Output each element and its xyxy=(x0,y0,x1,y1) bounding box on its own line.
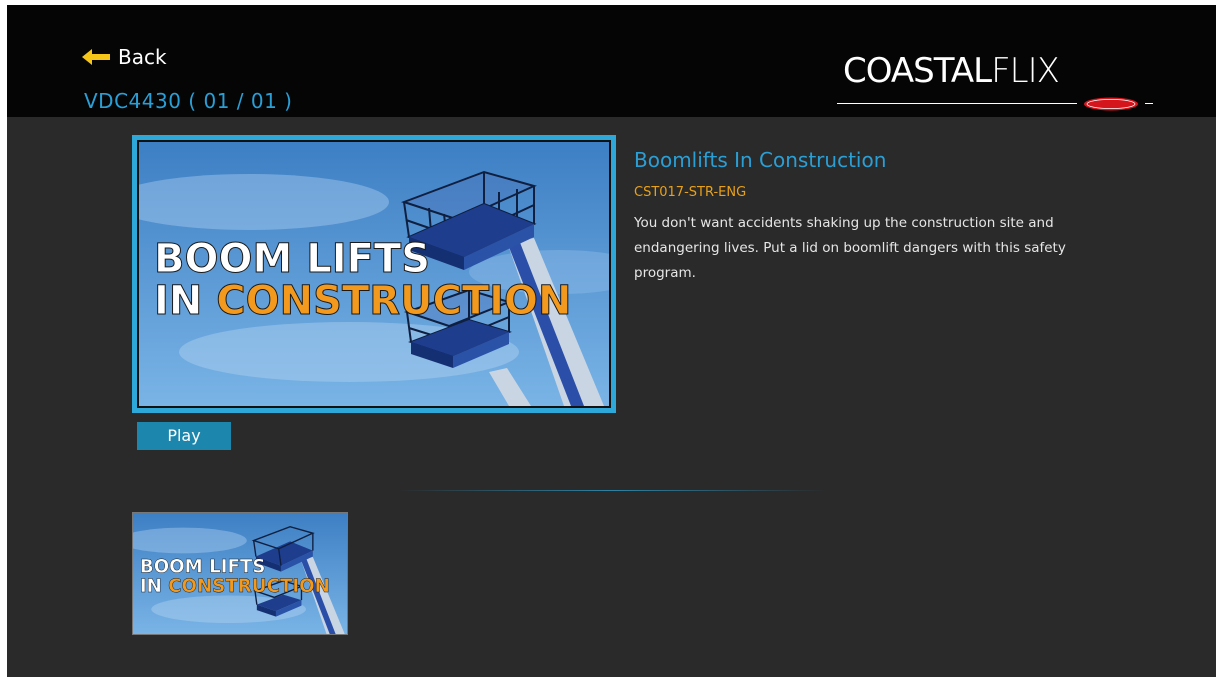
video-code: CST017-STR-ENG xyxy=(634,185,747,200)
player-screen: Back VDC4430 ( 01 / 01 ) COASTALFLIX BOO… xyxy=(7,5,1216,677)
thumbnail-title-line2: IN CONSTRUCTION xyxy=(140,576,330,597)
video-thumbnail-image: BOOM LIFTS IN CONSTRUCTION xyxy=(133,513,347,634)
video-title: Boomlifts In Construction xyxy=(634,148,887,172)
logo-text-light: FLIX xyxy=(991,51,1060,91)
poster-title-highlight: CONSTRUCTION xyxy=(216,278,571,324)
video-poster-selected[interactable]: BOOM LIFTS IN CONSTRUCTION xyxy=(132,135,616,413)
thumbnail-title-prefix: IN xyxy=(140,576,168,597)
arrow-left-icon xyxy=(82,49,110,65)
section-divider xyxy=(397,490,827,491)
logo-text-bold: COASTAL xyxy=(843,51,992,91)
logo-text: COASTALFLIX xyxy=(843,51,1060,91)
coastalflix-logo: COASTALFLIX xyxy=(837,51,1157,111)
play-button[interactable]: Play xyxy=(137,422,231,450)
back-label: Back xyxy=(118,45,167,69)
top-bar: Back VDC4430 ( 01 / 01 ) COASTALFLIX xyxy=(7,5,1216,117)
logo-underline xyxy=(837,103,1077,104)
thumbnail-title-line1: BOOM LIFTS xyxy=(140,557,266,578)
back-button[interactable]: Back xyxy=(82,45,167,69)
dupont-logo xyxy=(1084,97,1138,111)
video-description: You don't want accidents shaking up the … xyxy=(634,215,1066,281)
thumbnail-title-highlight: CONSTRUCTION xyxy=(168,576,330,597)
poster-title-line1: BOOM LIFTS xyxy=(154,236,430,282)
video-thumbnail[interactable]: BOOM LIFTS IN CONSTRUCTION xyxy=(132,512,348,635)
logo-underline-tail xyxy=(1145,103,1153,104)
video-id-label: VDC4430 ( 01 / 01 ) xyxy=(84,89,293,113)
video-poster-image: BOOM LIFTS IN CONSTRUCTION xyxy=(139,142,609,406)
video-poster-frame: BOOM LIFTS IN CONSTRUCTION xyxy=(137,140,611,408)
poster-title-line2: IN CONSTRUCTION xyxy=(154,278,572,324)
poster-title-prefix: IN xyxy=(154,278,216,324)
